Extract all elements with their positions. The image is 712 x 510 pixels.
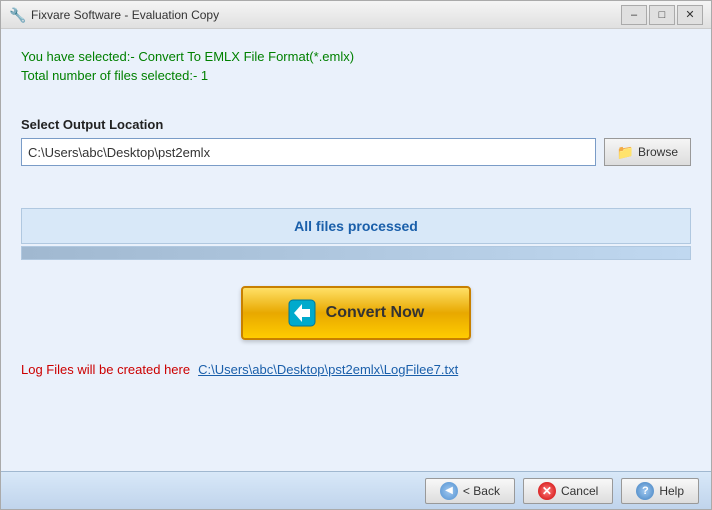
maximize-button[interactable]: □ xyxy=(649,5,675,25)
app-icon: 🔧 xyxy=(9,7,25,23)
log-section: Log Files will be created here C:\Users\… xyxy=(21,362,691,377)
browse-label: Browse xyxy=(638,145,678,159)
back-icon: ◀ xyxy=(440,482,458,500)
convert-section: Convert Now xyxy=(21,286,691,340)
close-button[interactable]: ✕ xyxy=(677,5,703,25)
progress-bar-container xyxy=(21,246,691,260)
main-window: 🔧 Fixvare Software - Evaluation Copy – □… xyxy=(0,0,712,510)
title-bar: 🔧 Fixvare Software - Evaluation Copy – □… xyxy=(1,1,711,29)
log-link[interactable]: C:\Users\abc\Desktop\pst2emlx\LogFilee7.… xyxy=(198,362,458,377)
info-section: You have selected:- Convert To EMLX File… xyxy=(21,45,691,87)
file-count-info: Total number of files selected:- 1 xyxy=(21,68,691,83)
help-icon: ? xyxy=(636,482,654,500)
status-bar: All files processed xyxy=(21,208,691,244)
cancel-icon: ✕ xyxy=(538,482,556,500)
output-label: Select Output Location xyxy=(21,117,691,132)
window-controls: – □ ✕ xyxy=(621,5,703,25)
status-section: All files processed xyxy=(21,192,691,260)
close-icon: ✕ xyxy=(685,8,694,21)
window-title: Fixvare Software - Evaluation Copy xyxy=(31,8,621,22)
log-label: Log Files will be created here xyxy=(21,362,190,377)
help-label: Help xyxy=(659,484,684,498)
cancel-button[interactable]: ✕ Cancel xyxy=(523,478,613,504)
minimize-button[interactable]: – xyxy=(621,5,647,25)
output-path-input[interactable] xyxy=(21,138,596,166)
convert-now-label: Convert Now xyxy=(326,304,425,322)
format-info: You have selected:- Convert To EMLX File… xyxy=(21,49,691,64)
back-label: < Back xyxy=(463,484,500,498)
back-button[interactable]: ◀ < Back xyxy=(425,478,515,504)
minimize-icon: – xyxy=(631,9,637,21)
convert-arrow-icon xyxy=(288,299,316,327)
main-content: You have selected:- Convert To EMLX File… xyxy=(1,29,711,471)
status-text: All files processed xyxy=(294,218,418,234)
bottom-bar: ◀ < Back ✕ Cancel ? Help xyxy=(1,471,711,509)
maximize-icon: □ xyxy=(659,9,666,21)
output-row: 📁 Browse xyxy=(21,138,691,166)
help-button[interactable]: ? Help xyxy=(621,478,699,504)
progress-bar-fill xyxy=(22,247,690,259)
output-section: Select Output Location 📁 Browse xyxy=(21,117,691,166)
cancel-label: Cancel xyxy=(561,484,598,498)
browse-button[interactable]: 📁 Browse xyxy=(604,138,691,166)
browse-folder-icon: 📁 xyxy=(617,144,634,161)
convert-now-button[interactable]: Convert Now xyxy=(241,286,471,340)
